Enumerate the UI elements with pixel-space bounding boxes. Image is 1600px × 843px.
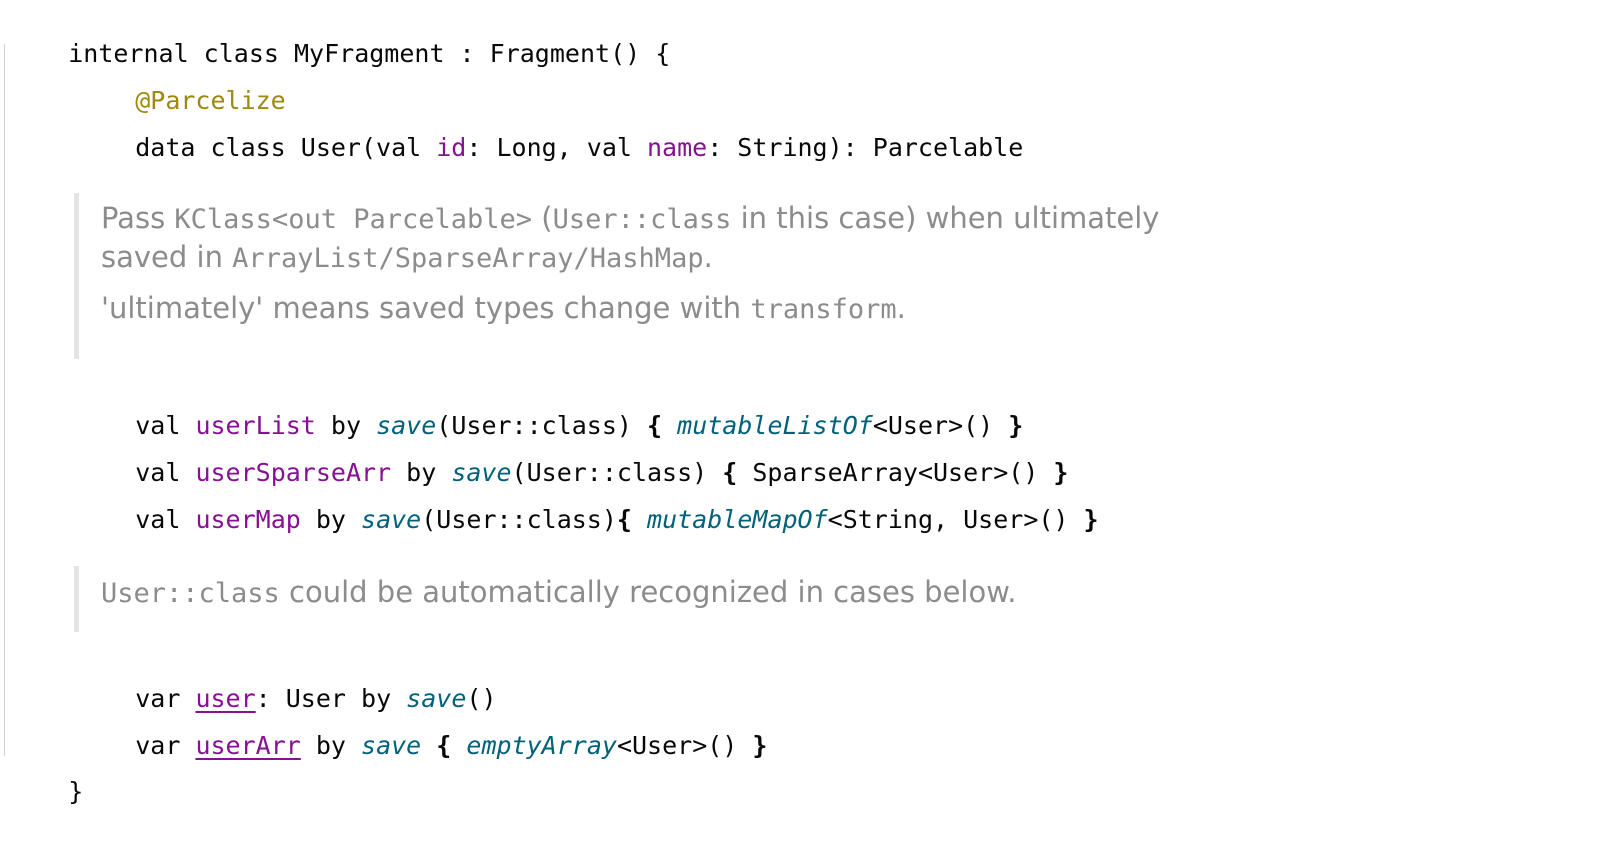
class-close-brace: } <box>68 777 84 806</box>
doc-code: KClass<out Parcelable> <box>174 204 533 235</box>
doc-paragraph: saved in ArrayList/SparseArray/HashMap. <box>101 240 1159 274</box>
rendered-doc-comment: Pass KClass<out Parcelable> (User::class… <box>74 193 1159 359</box>
doc-paragraph: User::class could be automatically recog… <box>101 575 1017 609</box>
data-class-text: : Long, val <box>466 133 647 162</box>
save-args: (User::class) <box>421 505 617 534</box>
doc-text: saved in <box>101 240 233 274</box>
doc-text: . <box>896 291 906 325</box>
function-mutable-map-of: mutableMapOf <box>647 505 828 534</box>
code-line-class-declaration[interactable]: internal class MyFragment : Fragment() { <box>8 3 670 68</box>
data-class-text: : String): Parcelable <box>707 133 1024 162</box>
by-keyword: by <box>300 505 362 534</box>
doc-paragraph: 'ultimately' means saved types change wi… <box>101 291 1159 325</box>
lambda-open-brace: { <box>616 505 632 534</box>
val-keyword: val <box>135 505 196 534</box>
doc-code: transform <box>750 294 897 325</box>
function-empty-array: emptyArray <box>466 731 617 760</box>
property-user-arr: userArr <box>195 731 301 760</box>
property-user-map: userMap <box>195 505 301 534</box>
data-class-text: data class User(val <box>135 133 437 162</box>
lambda-open-brace: { <box>436 731 452 760</box>
code-line-user[interactable]: var user: User by save() <box>0 648 496 713</box>
doc-code: ArrayList/SparseArray/HashMap <box>232 243 704 274</box>
property-name: name <box>646 133 708 162</box>
code-line-user-arr[interactable]: var userArr by save { emptyArray<User>()… <box>0 695 767 760</box>
function-save: save <box>361 505 422 534</box>
by-keyword: by <box>300 731 362 760</box>
code-line-user-map[interactable]: val userMap by save(User::class){ mutabl… <box>0 469 1098 534</box>
doc-text: could be automatically recognized in cas… <box>279 575 1017 609</box>
code-line-user-sparse-arr[interactable]: val userSparseArr by save(User::class) {… <box>0 422 1068 487</box>
code-line-closing-brace[interactable]: } <box>8 741 83 806</box>
lambda-close-brace: } <box>752 731 768 760</box>
doc-code: User::class <box>101 578 280 609</box>
property-id: id <box>436 133 467 162</box>
var-keyword: var <box>135 731 196 760</box>
doc-text: 'ultimately' means saved types change wi… <box>101 291 751 325</box>
code-line-user-list[interactable]: val userList by save(User::class) { muta… <box>0 375 1023 440</box>
code-line-annotation[interactable]: @Parcelize <box>0 50 286 115</box>
doc-code: User::class <box>552 204 732 235</box>
doc-text: Pass <box>101 201 175 235</box>
doc-text: . <box>703 240 713 274</box>
generic-call: <User>() <box>616 731 753 760</box>
function-save: save <box>361 731 422 760</box>
lambda-close-brace: } <box>1083 505 1099 534</box>
generic-call: <String, User>() <box>827 505 1084 534</box>
rendered-doc-comment: User::class could be automatically recog… <box>74 566 1017 632</box>
doc-text: ( <box>532 201 553 235</box>
doc-paragraph: Pass KClass<out Parcelable> (User::class… <box>101 201 1159 235</box>
doc-text: in this case) when ultimately <box>731 201 1160 235</box>
code-line-data-class[interactable]: data class User(val id: Long, val name: … <box>0 97 1023 162</box>
